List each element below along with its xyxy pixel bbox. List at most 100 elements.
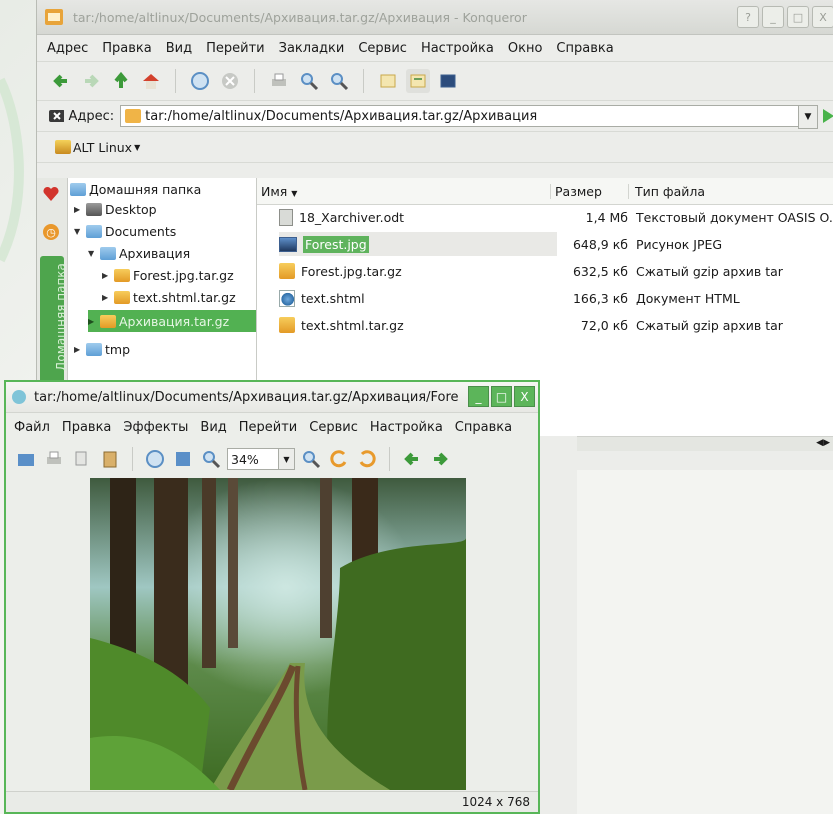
column-size[interactable]: Размер	[551, 183, 629, 199]
open-icon[interactable]	[14, 447, 38, 471]
menu-settings[interactable]: Настройка	[370, 420, 443, 435]
menu-file[interactable]: Файл	[14, 420, 50, 435]
menu-go[interactable]: Перейти	[239, 420, 298, 435]
menu-view[interactable]: Вид	[200, 420, 226, 435]
detail-view-icon[interactable]	[406, 69, 430, 93]
tree-item-desktop[interactable]: ▶ Desktop	[74, 198, 157, 220]
tab-home-folder[interactable]: Домашняя папка	[40, 256, 68, 386]
chevron-down-icon[interactable]: ▼	[74, 227, 86, 236]
image-area[interactable]	[8, 476, 536, 794]
chevron-down-icon[interactable]: ▼	[798, 105, 818, 129]
stop-icon[interactable]	[218, 69, 242, 93]
reload-icon[interactable]	[143, 447, 167, 471]
menu-view[interactable]: Вид	[166, 41, 192, 56]
chevron-right-icon[interactable]: ▶	[74, 205, 86, 214]
bookmarks-heart-icon[interactable]	[43, 186, 59, 202]
rotate-left-icon[interactable]	[327, 447, 351, 471]
zoom-select[interactable]: 34% ▼	[227, 448, 295, 470]
help-button[interactable]: ?	[737, 6, 759, 28]
menu-settings[interactable]: Настройка	[421, 41, 494, 56]
konqueror-titlebar[interactable]: tar:/home/altlinux/Documents/Архивация.t…	[37, 0, 833, 35]
toolbar-separator	[363, 69, 364, 93]
close-button[interactable]: X	[514, 386, 535, 407]
file-type: Документ HTML	[636, 290, 740, 306]
bookmark-bar: ALT Linux ▼	[37, 132, 833, 163]
zoom-value[interactable]: 34%	[227, 448, 279, 470]
chevron-right-icon[interactable]: ▶	[102, 271, 114, 280]
chevron-right-icon[interactable]: ▶	[102, 293, 114, 302]
rotate-right-icon[interactable]	[355, 447, 379, 471]
reload-icon[interactable]	[188, 69, 212, 93]
maximize-button[interactable]: □	[787, 6, 809, 28]
zoom-out-icon[interactable]	[327, 69, 351, 93]
menu-help[interactable]: Справка	[455, 420, 512, 435]
menu-tools[interactable]: Сервис	[358, 41, 407, 56]
menu-help[interactable]: Справка	[556, 41, 613, 56]
menu-tools[interactable]: Сервис	[309, 420, 358, 435]
file-size: 632,5 кб	[572, 263, 628, 279]
minimize-button[interactable]: _	[468, 386, 489, 407]
file-row[interactable]: 18_Xarchiver.odt 1,4 Мб Текстовый докуме…	[257, 204, 833, 230]
menu-effects[interactable]: Эффекты	[123, 420, 188, 435]
back-icon[interactable]	[49, 69, 73, 93]
address-input[interactable]: tar:/home/altlinux/Documents/Архивация.t…	[120, 105, 818, 129]
image-viewer-window: tar:/home/altlinux/Documents/Архивация.t…	[4, 380, 540, 814]
minimize-button[interactable]: _	[762, 6, 784, 28]
previous-icon[interactable]	[400, 447, 424, 471]
menu-address[interactable]: Адрес	[47, 41, 88, 56]
chevron-right-icon[interactable]: ▶	[74, 345, 86, 354]
file-row-selected[interactable]: Forest.jpg 648,9 кб Рисунок JPEG	[257, 231, 833, 257]
column-type[interactable]: Тип файла	[629, 184, 705, 199]
copy-icon[interactable]	[70, 447, 94, 471]
tree-item-home[interactable]: Домашняя папка	[70, 178, 201, 200]
chevron-down-icon[interactable]: ▼	[134, 143, 140, 152]
print-icon[interactable]	[267, 69, 291, 93]
chevron-right-icon[interactable]: ▶	[88, 317, 100, 326]
forward-icon[interactable]	[79, 69, 103, 93]
close-button[interactable]: X	[812, 6, 833, 28]
chevron-down-icon[interactable]: ▼	[279, 448, 295, 470]
tree-item-label: Архивация.tar.gz	[119, 313, 230, 329]
file-row[interactable]: text.shtml 166,3 кб Документ HTML	[257, 285, 833, 311]
menu-edit[interactable]: Правка	[62, 420, 111, 435]
tree-item-forest-archive[interactable]: ▶ Forest.jpg.tar.gz	[102, 264, 234, 286]
clear-address-icon[interactable]	[49, 109, 65, 123]
column-name[interactable]: Имя ▼	[257, 183, 551, 199]
file-size: 648,9 кб	[572, 236, 628, 252]
viewer-titlebar[interactable]: tar:/home/altlinux/Documents/Архивация.t…	[6, 382, 538, 413]
zoom-in-icon[interactable]	[297, 69, 321, 93]
horizontal-scrollbar[interactable]: ◀▶	[577, 436, 833, 451]
tree-item-documents[interactable]: ▼ Documents	[74, 220, 176, 242]
zoom-out-icon[interactable]	[299, 447, 323, 471]
menu-go[interactable]: Перейти	[206, 41, 265, 56]
menu-window[interactable]: Окно	[508, 41, 543, 56]
print-icon[interactable]	[42, 447, 66, 471]
tree-item-arkhivatsiya[interactable]: ▼ Архивация	[88, 242, 190, 264]
folder-app-icon	[45, 9, 63, 25]
next-icon[interactable]	[428, 447, 452, 471]
menu-bookmarks[interactable]: Закладки	[279, 41, 345, 56]
viewer-toolbar: 34% ▼	[6, 441, 538, 477]
preview-view-icon[interactable]	[436, 69, 460, 93]
image-dimensions: 1024 x 768	[461, 795, 530, 809]
file-row[interactable]: Forest.jpg.tar.gz 632,5 кб Сжатый gzip а…	[257, 258, 833, 284]
clipboard-icon[interactable]	[98, 447, 122, 471]
fit-icon[interactable]	[171, 447, 195, 471]
bookmark-alt-linux[interactable]: ALT Linux	[73, 140, 132, 155]
zoom-in-icon[interactable]	[199, 447, 223, 471]
menu-edit[interactable]: Правка	[102, 41, 151, 56]
chevron-down-icon[interactable]: ▼	[88, 249, 100, 258]
maximize-button[interactable]: □	[491, 386, 512, 407]
window-title: tar:/home/altlinux/Documents/Архивация.t…	[73, 9, 527, 25]
go-icon[interactable]	[823, 109, 833, 123]
file-row[interactable]: text.shtml.tar.gz 72,0 кб Сжатый gzip ар…	[257, 312, 833, 338]
tree-item-tmp[interactable]: ▶ tmp	[74, 338, 130, 360]
icon-view-icon[interactable]	[376, 69, 400, 93]
tree-item-arkhivatsiya-tar-gz[interactable]: ▶ Архивация.tar.gz	[88, 310, 256, 332]
history-icon[interactable]: ◷	[43, 224, 59, 240]
up-icon[interactable]	[109, 69, 133, 93]
home-icon[interactable]	[139, 69, 163, 93]
scroll-arrows-icon[interactable]: ◀▶	[816, 438, 830, 448]
archive-icon	[114, 290, 130, 304]
tree-item-text-archive[interactable]: ▶ text.shtml.tar.gz	[102, 286, 236, 308]
